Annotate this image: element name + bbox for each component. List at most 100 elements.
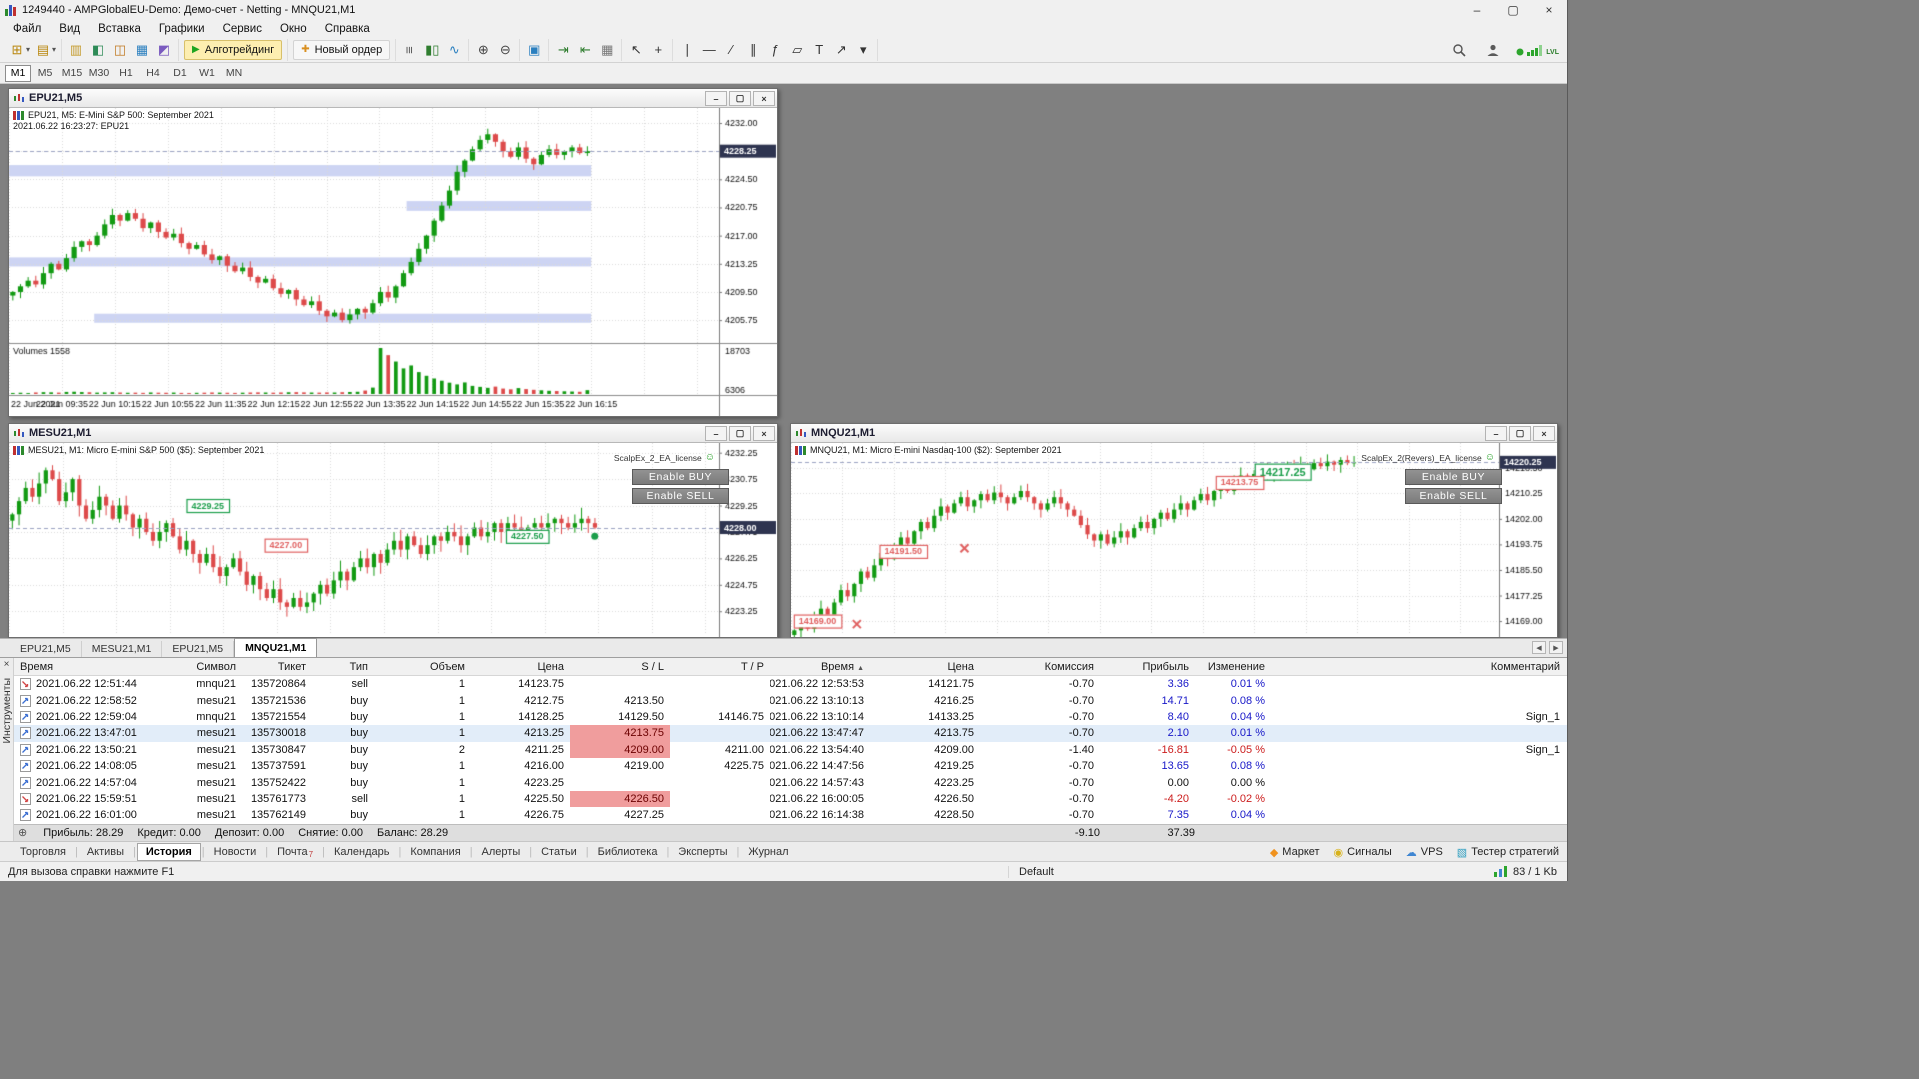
history-table-row[interactable]: 2021.06.22 13:50:21 mesu21 135730847 buy 2 42… [14, 741, 1567, 758]
history-table-row[interactable]: 2021.06.22 15:59:51 mesu21 135761773 sell 1 4… [14, 790, 1567, 808]
search-icon[interactable] [1449, 40, 1469, 60]
history-column-header[interactable]: Цена [870, 661, 980, 673]
timeframe-h1[interactable]: H1 [113, 65, 139, 82]
strategy-tester-button[interactable]: ▧ Тестер стратегий [1457, 846, 1559, 859]
chart-close-button[interactable]: × [1533, 426, 1555, 441]
history-column-header[interactable]: Символ [164, 661, 242, 673]
close-toolbox-button[interactable]: × [4, 659, 10, 670]
history-table-row[interactable]: 2021.06.22 14:08:05 mesu21 135737591 buy 1 42… [14, 758, 1567, 774]
tabs-scroll-right-button[interactable]: ▶ [1549, 641, 1563, 654]
chart-tab-epu21-m5[interactable]: EPU21,M5 [162, 641, 235, 657]
chart-restore-button[interactable]: ▢ [729, 91, 751, 106]
cursor-icon[interactable]: ↖ [626, 40, 646, 60]
toolbox-tab-торговля[interactable]: Торговля [12, 844, 74, 860]
enable-buy-button[interactable]: Enable BUY [632, 469, 729, 485]
vps-button[interactable]: ☁ VPS [1406, 846, 1443, 859]
chart-minimize-button[interactable]: – [705, 91, 727, 106]
chart-tab-epu21-m5[interactable]: EPU21,M5 [10, 641, 82, 657]
titlebar[interactable]: 1249440 - AMPGlobalEU-Demo: Демо-счет - … [0, 0, 1567, 20]
history-column-header[interactable]: Комиссия [980, 661, 1100, 673]
signals-button[interactable]: ◉ Сигналы [1334, 846, 1392, 859]
chart-tab-mnqu21-m1[interactable]: MNQU21,M1 [234, 638, 318, 657]
toolbox-tab-почта[interactable]: Почта 7 [269, 844, 321, 860]
timeframe-m5[interactable]: M5 [32, 65, 58, 82]
objects-more-icon[interactable]: ▾ [853, 40, 873, 60]
chart-window-titlebar[interactable]: EPU21,M5 – ▢ × [9, 89, 777, 108]
enable-sell-button[interactable]: Enable SELL [632, 488, 729, 504]
trendline-icon[interactable]: ∕ [721, 40, 741, 60]
timeframe-m15[interactable]: M15 [59, 65, 85, 82]
toolbox-tab-активы[interactable]: Активы [79, 844, 132, 860]
minimize-button[interactable]: – [1459, 0, 1495, 20]
new-chart-icon[interactable]: ⊞ [7, 40, 27, 60]
timeframe-w1[interactable]: W1 [194, 65, 220, 82]
toolbox-tab-эксперты[interactable]: Эксперты [670, 844, 735, 860]
profiles-icon[interactable]: ▤ [33, 40, 53, 60]
market-button[interactable]: ◆ Маркет [1270, 846, 1320, 859]
history-table-row[interactable]: 2021.06.22 12:51:44 mnqu21 135720864 sell 1 1… [14, 676, 1567, 692]
price-chart-canvas-epu21-m5[interactable] [9, 108, 777, 416]
toolbox-tab-библиотека[interactable]: Библиотека [590, 844, 666, 860]
new-order-button[interactable]: ✚ Новый ордер [293, 39, 391, 60]
history-column-header[interactable]: Комментарий [1271, 661, 1566, 673]
zoom-out-icon[interactable]: ⊖ [495, 40, 515, 60]
equidistant-channel-icon[interactable]: ∥ [743, 40, 763, 60]
history-column-header[interactable]: Прибыль [1100, 661, 1195, 673]
chart-tab-mesu21-m1[interactable]: MESU21,M1 [82, 641, 163, 657]
toolbox-tab-календарь[interactable]: Календарь [326, 844, 398, 860]
history-table-row[interactable]: 2021.06.22 14:57:04 mesu21 135752422 buy 1 42… [14, 774, 1567, 790]
toolbox-tab-компания[interactable]: Компания [402, 844, 468, 860]
horizontal-line-icon[interactable]: ― [699, 40, 719, 60]
tile-windows-icon[interactable]: ▣ [524, 40, 544, 60]
algo-trading-button[interactable]: ▶ Алготрейдинг [184, 39, 283, 60]
chart-shift-icon[interactable]: ⇤ [575, 40, 595, 60]
chart-window-titlebar[interactable]: MESU21,M1 – ▢ × [9, 424, 777, 443]
market-watch-icon[interactable]: ▥ [66, 40, 86, 60]
history-column-header[interactable]: Цена [471, 661, 570, 673]
status-profile[interactable]: Default [1008, 865, 1054, 878]
history-table-row[interactable]: 2021.06.22 13:47:01 mesu21 135730018 buy 1 42… [14, 725, 1567, 742]
history-column-header[interactable]: S / L [570, 661, 670, 673]
shapes-icon[interactable]: ▱ [787, 40, 807, 60]
toolbox-tab-алерты[interactable]: Алерты [474, 844, 529, 860]
line-chart-icon[interactable]: ∿ [444, 40, 464, 60]
restore-button[interactable]: ▢ [1495, 0, 1531, 20]
history-column-header[interactable]: Время [14, 661, 164, 673]
history-table-row[interactable]: 2021.06.22 16:01:00 mesu21 135762149 buy 1 42… [14, 807, 1567, 823]
toolbox-icon[interactable]: ▦ [132, 40, 152, 60]
menu-окно[interactable]: Окно [271, 22, 316, 36]
menu-вставка[interactable]: Вставка [89, 22, 150, 36]
chart-minimize-button[interactable]: – [1485, 426, 1507, 441]
toolbox-tab-новости[interactable]: Новости [206, 844, 265, 860]
profiles-icon-dropdown[interactable]: ▾ [52, 45, 56, 54]
chart-window-titlebar[interactable]: MNQU21,M1 – ▢ × [791, 424, 1557, 443]
toolbox-tab-журнал[interactable]: Журнал [740, 844, 796, 860]
timeframe-m30[interactable]: M30 [86, 65, 112, 82]
grid-icon[interactable]: ▦ [597, 40, 617, 60]
menu-графики[interactable]: Графики [150, 22, 214, 36]
navigator-icon[interactable]: ◫ [110, 40, 130, 60]
chart-restore-button[interactable]: ▢ [729, 426, 751, 441]
timeframe-m1[interactable]: M1 [5, 64, 31, 82]
arrows-icon[interactable]: ↗ [831, 40, 851, 60]
history-column-header[interactable]: Тикет [242, 661, 312, 673]
zoom-in-icon[interactable]: ⊕ [473, 40, 493, 60]
chart-restore-button[interactable]: ▢ [1509, 426, 1531, 441]
vertical-line-icon[interactable]: ∣ [677, 40, 697, 60]
history-column-header[interactable]: T / P [670, 661, 770, 673]
data-window-icon[interactable]: ◧ [88, 40, 108, 60]
connection-status[interactable]: LVL [1516, 44, 1559, 56]
history-column-header[interactable]: Тип [312, 661, 374, 673]
auto-scroll-icon[interactable]: ⇥ [553, 40, 573, 60]
chart-close-button[interactable]: × [753, 91, 775, 106]
history-column-header[interactable]: Объем [374, 661, 471, 673]
candlestick-chart-icon[interactable]: ▮▯ [422, 40, 442, 60]
history-column-header[interactable]: Изменение [1195, 661, 1271, 673]
timeframe-d1[interactable]: D1 [167, 65, 193, 82]
timeframe-h4[interactable]: H4 [140, 65, 166, 82]
toolbox-tab-статьи[interactable]: Статьи [533, 844, 585, 860]
crosshair-icon[interactable]: + [648, 40, 668, 60]
menu-вид[interactable]: Вид [50, 22, 89, 36]
account-icon[interactable] [1483, 40, 1503, 60]
chart-close-button[interactable]: × [753, 426, 775, 441]
